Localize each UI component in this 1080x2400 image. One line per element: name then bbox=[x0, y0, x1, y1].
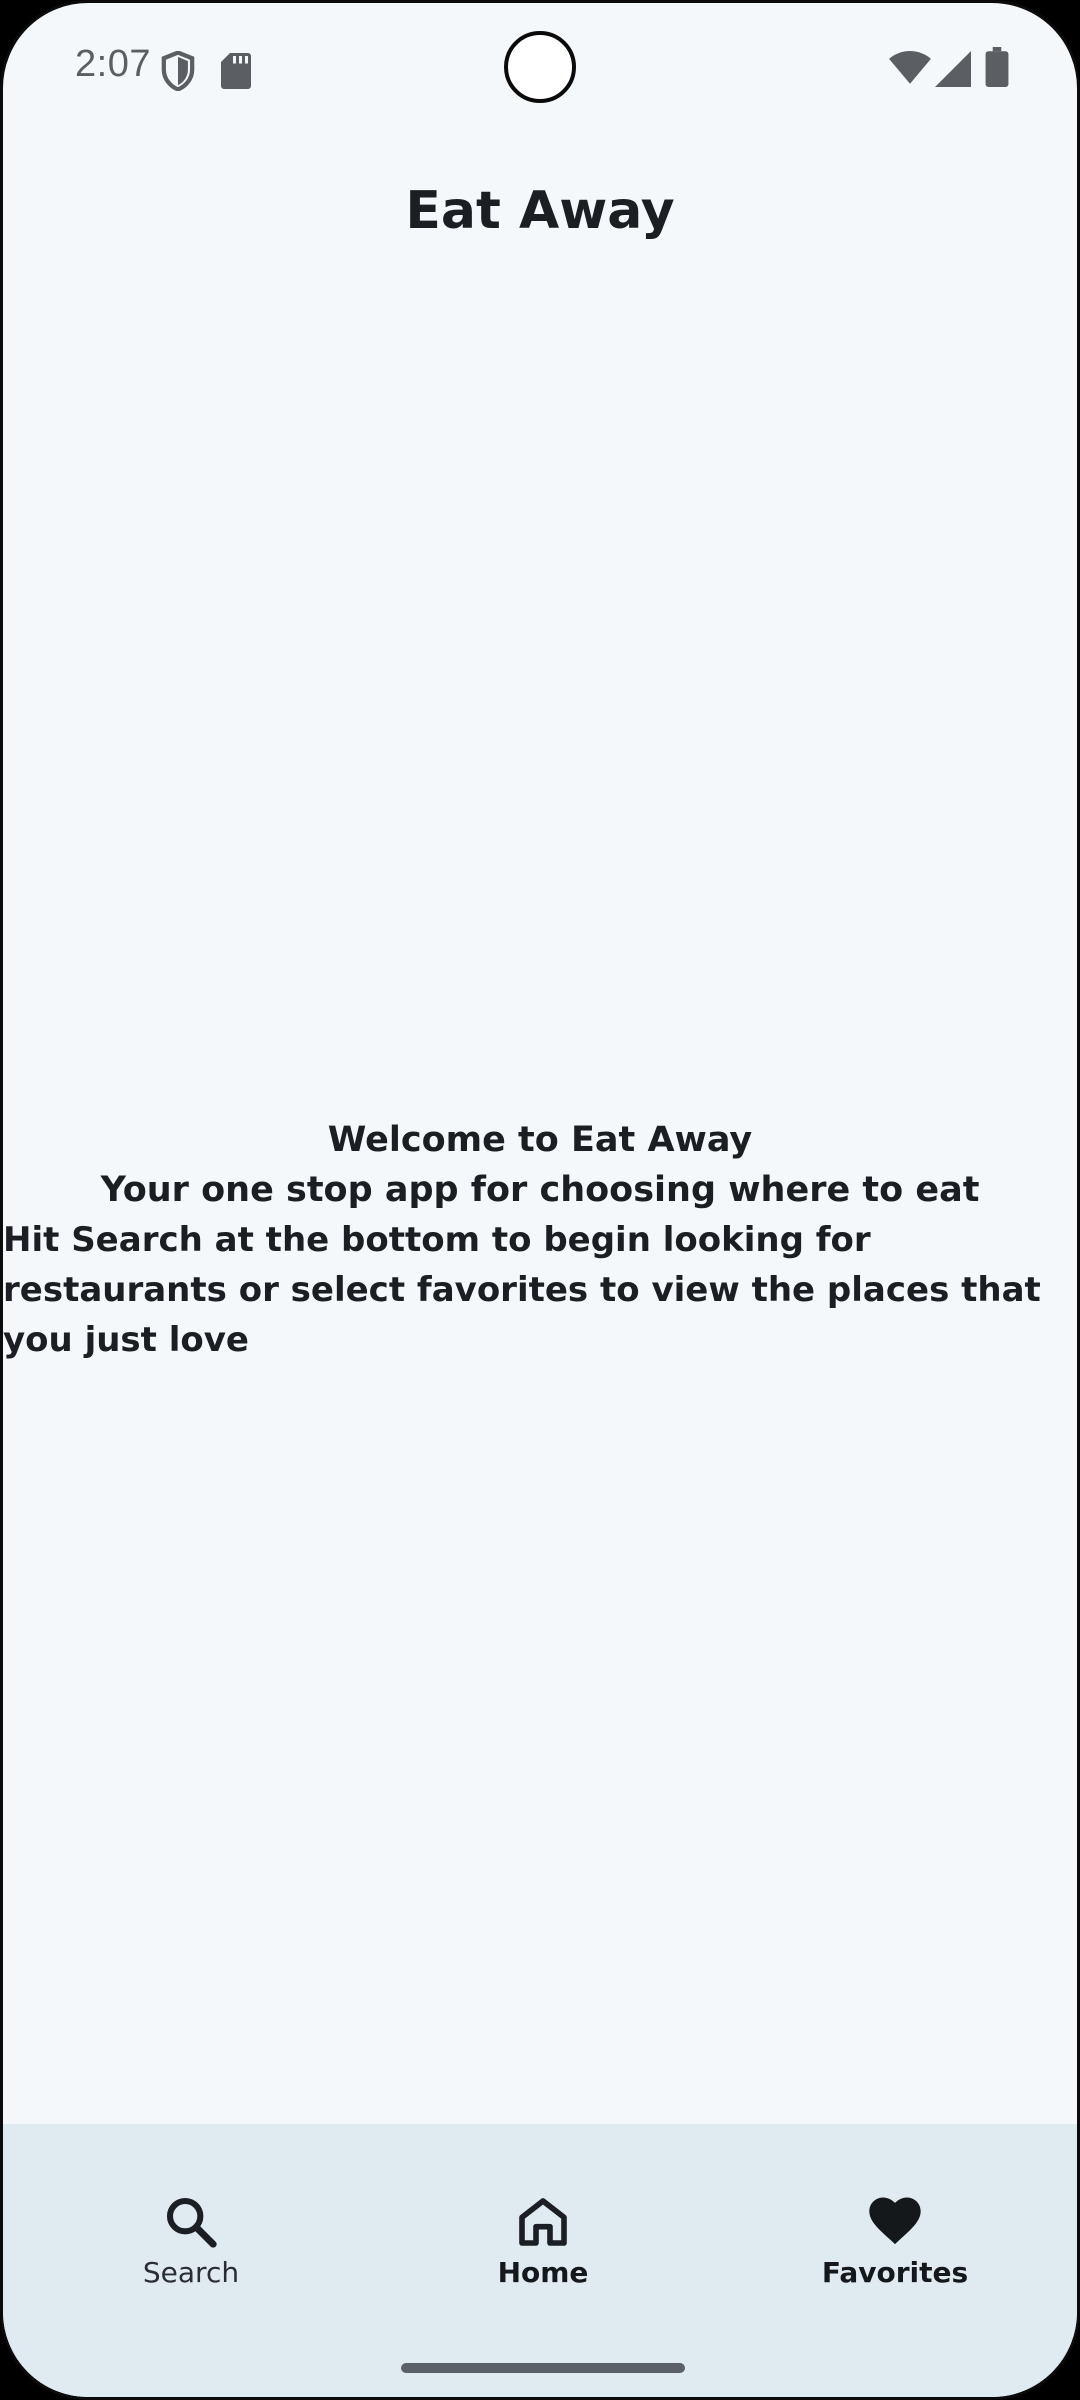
welcome-message: Welcome to Eat Away Your one stop app fo… bbox=[3, 1115, 1077, 1365]
search-icon bbox=[166, 2197, 217, 2248]
nav-label-search: Search bbox=[142, 2256, 240, 2289]
battery-icon bbox=[985, 47, 1009, 87]
gesture-home-indicator[interactable] bbox=[401, 2363, 685, 2373]
welcome-instructions: Hit Search at the bottom to begin lookin… bbox=[3, 1220, 1041, 1360]
nav-item-search[interactable]: Search bbox=[11, 2124, 371, 2354]
nav-item-home[interactable]: Home bbox=[363, 2124, 723, 2354]
status-bar: 2:07 bbox=[3, 3, 1077, 133]
nav-item-favorites[interactable]: Favorites bbox=[715, 2124, 1075, 2354]
nav-label-favorites: Favorites bbox=[821, 2256, 969, 2289]
wifi-icon bbox=[889, 51, 931, 84]
bottom-navigation: Search Home Favorites bbox=[3, 2124, 1077, 2397]
heart-icon bbox=[869, 2197, 921, 2245]
nav-label-home: Home bbox=[497, 2256, 589, 2289]
shield-icon bbox=[161, 51, 195, 91]
cell-signal-icon bbox=[935, 51, 971, 87]
home-icon bbox=[519, 2198, 567, 2246]
front-camera bbox=[504, 31, 576, 103]
status-time: 2:07 bbox=[75, 43, 151, 85]
app-screen: 2:07 Eat Away Welcome to Eat Away Your o… bbox=[0, 0, 1080, 2400]
welcome-subheading: Your one stop app for choosing where to … bbox=[100, 1170, 980, 1210]
welcome-heading: Welcome to Eat Away bbox=[327, 1120, 753, 1160]
sd-card-icon bbox=[221, 53, 251, 89]
page-title: Eat Away bbox=[405, 181, 675, 241]
